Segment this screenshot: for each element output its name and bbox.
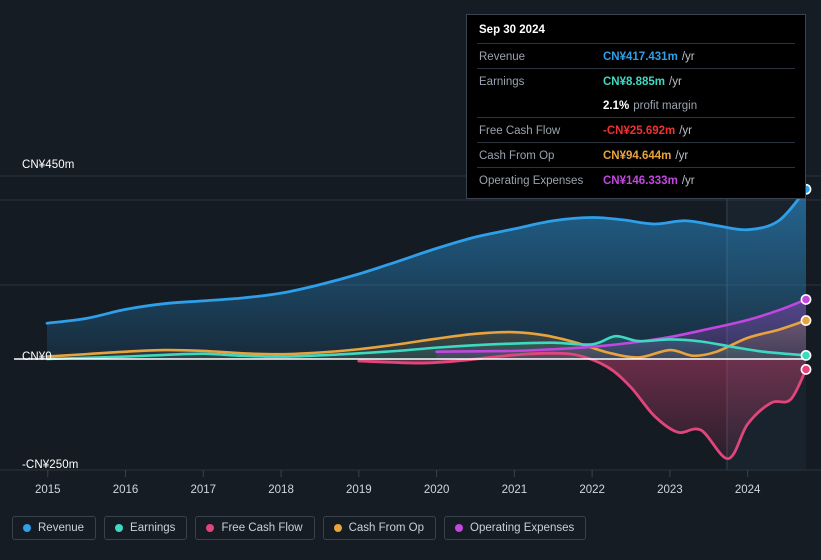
legend-item-free-cash-flow[interactable]: Free Cash Flow xyxy=(195,516,315,540)
x-axis-tick-2020: 2020 xyxy=(423,484,450,496)
x-axis-tick-2022: 2022 xyxy=(579,484,605,496)
endpoint-marker-operating-expenses xyxy=(800,294,812,305)
tooltip-row-label: Free Cash Flow xyxy=(479,125,561,137)
endpoint-marker-cash-from-op xyxy=(800,315,812,326)
tooltip-row-value: CN¥417.431m/yr xyxy=(603,51,695,63)
x-axis-tick-2019: 2019 xyxy=(346,484,372,496)
tooltip-row-label: Cash From Op xyxy=(479,150,555,162)
x-axis: 2015 2016 2017 2018 2019 2020 2021 2022 2023 2024 xyxy=(0,484,821,504)
tooltip-row: 2.1% profit margin xyxy=(477,93,795,117)
x-axis-tick-2015: 2015 xyxy=(34,484,61,496)
tooltip-row-value: CN¥146.333m/yr xyxy=(603,175,695,187)
x-axis-tick-2023: 2023 xyxy=(657,484,683,496)
tooltip-row-value: -CN¥25.692m/yr xyxy=(603,125,693,137)
chart-legend: Revenue Earnings Free Cash Flow Cash From O… xyxy=(12,516,587,540)
legend-label: Free Cash Flow xyxy=(221,522,303,534)
legend-item-cash-from-op[interactable]: Cash From Op xyxy=(322,516,437,540)
tooltip-row: Operating Expenses CN¥146.333m/yr xyxy=(477,167,795,192)
legend-label: Earnings xyxy=(130,522,176,534)
x-axis-tick-2018: 2018 xyxy=(268,484,294,496)
y-axis-label-zero: CN¥0 xyxy=(22,351,52,363)
x-axis-tick-2017: 2017 xyxy=(190,484,217,496)
tooltip-row-label: Earnings xyxy=(479,76,525,88)
legend-item-revenue[interactable]: Revenue xyxy=(12,516,97,540)
legend-label: Operating Expenses xyxy=(470,522,575,534)
legend-color-dot xyxy=(23,524,31,532)
tooltip-card: Sep 30 2024 Revenue CN¥417.431m/yr Earning… xyxy=(466,14,806,199)
x-axis-tick-2016: 2016 xyxy=(112,484,139,496)
tooltip-row: Revenue CN¥417.431m/yr xyxy=(477,43,795,68)
financial-chart-screenshot: CN¥450m CN¥0 -CN¥250m 2015 2016 2017 2018 20… xyxy=(0,0,821,560)
legend-label: Cash From Op xyxy=(348,522,425,534)
tooltip-row: Cash From Op CN¥94.644m/yr xyxy=(477,142,795,167)
endpoint-marker-free-cash-flow xyxy=(800,364,812,375)
legend-item-earnings[interactable]: Earnings xyxy=(104,516,188,540)
legend-label: Revenue xyxy=(38,522,85,534)
tooltip-row-value: CN¥8.885m/yr xyxy=(603,76,682,88)
tooltip-date: Sep 30 2024 xyxy=(479,24,545,36)
tooltip-row-label: Revenue xyxy=(479,51,526,63)
tooltip-row-value: CN¥94.644m/yr xyxy=(603,150,689,162)
legend-color-dot xyxy=(455,524,464,532)
y-axis-label-bottom: -CN¥250m xyxy=(22,459,79,471)
legend-color-dot xyxy=(206,524,215,532)
x-axis-tick-2021: 2021 xyxy=(501,484,528,496)
legend-color-dot xyxy=(333,524,342,532)
y-axis-label-top: CN¥450m xyxy=(22,159,75,171)
tooltip-row: Earnings CN¥8.885m/yr xyxy=(477,68,795,93)
tooltip-row-value: 2.1% profit margin xyxy=(603,100,698,112)
tooltip-row-label: Operating Expenses xyxy=(479,175,584,187)
x-axis-tick-2024: 2024 xyxy=(734,484,761,496)
tooltip-row: Free Cash Flow -CN¥25.692m/yr xyxy=(477,117,795,142)
legend-color-dot xyxy=(115,524,124,532)
legend-item-operating-expenses[interactable]: Operating Expenses xyxy=(444,516,587,540)
endpoint-marker-earnings xyxy=(800,349,812,361)
tooltip-rows: Revenue CN¥417.431m/yr Earnings CN¥8.885m/y… xyxy=(477,43,795,192)
